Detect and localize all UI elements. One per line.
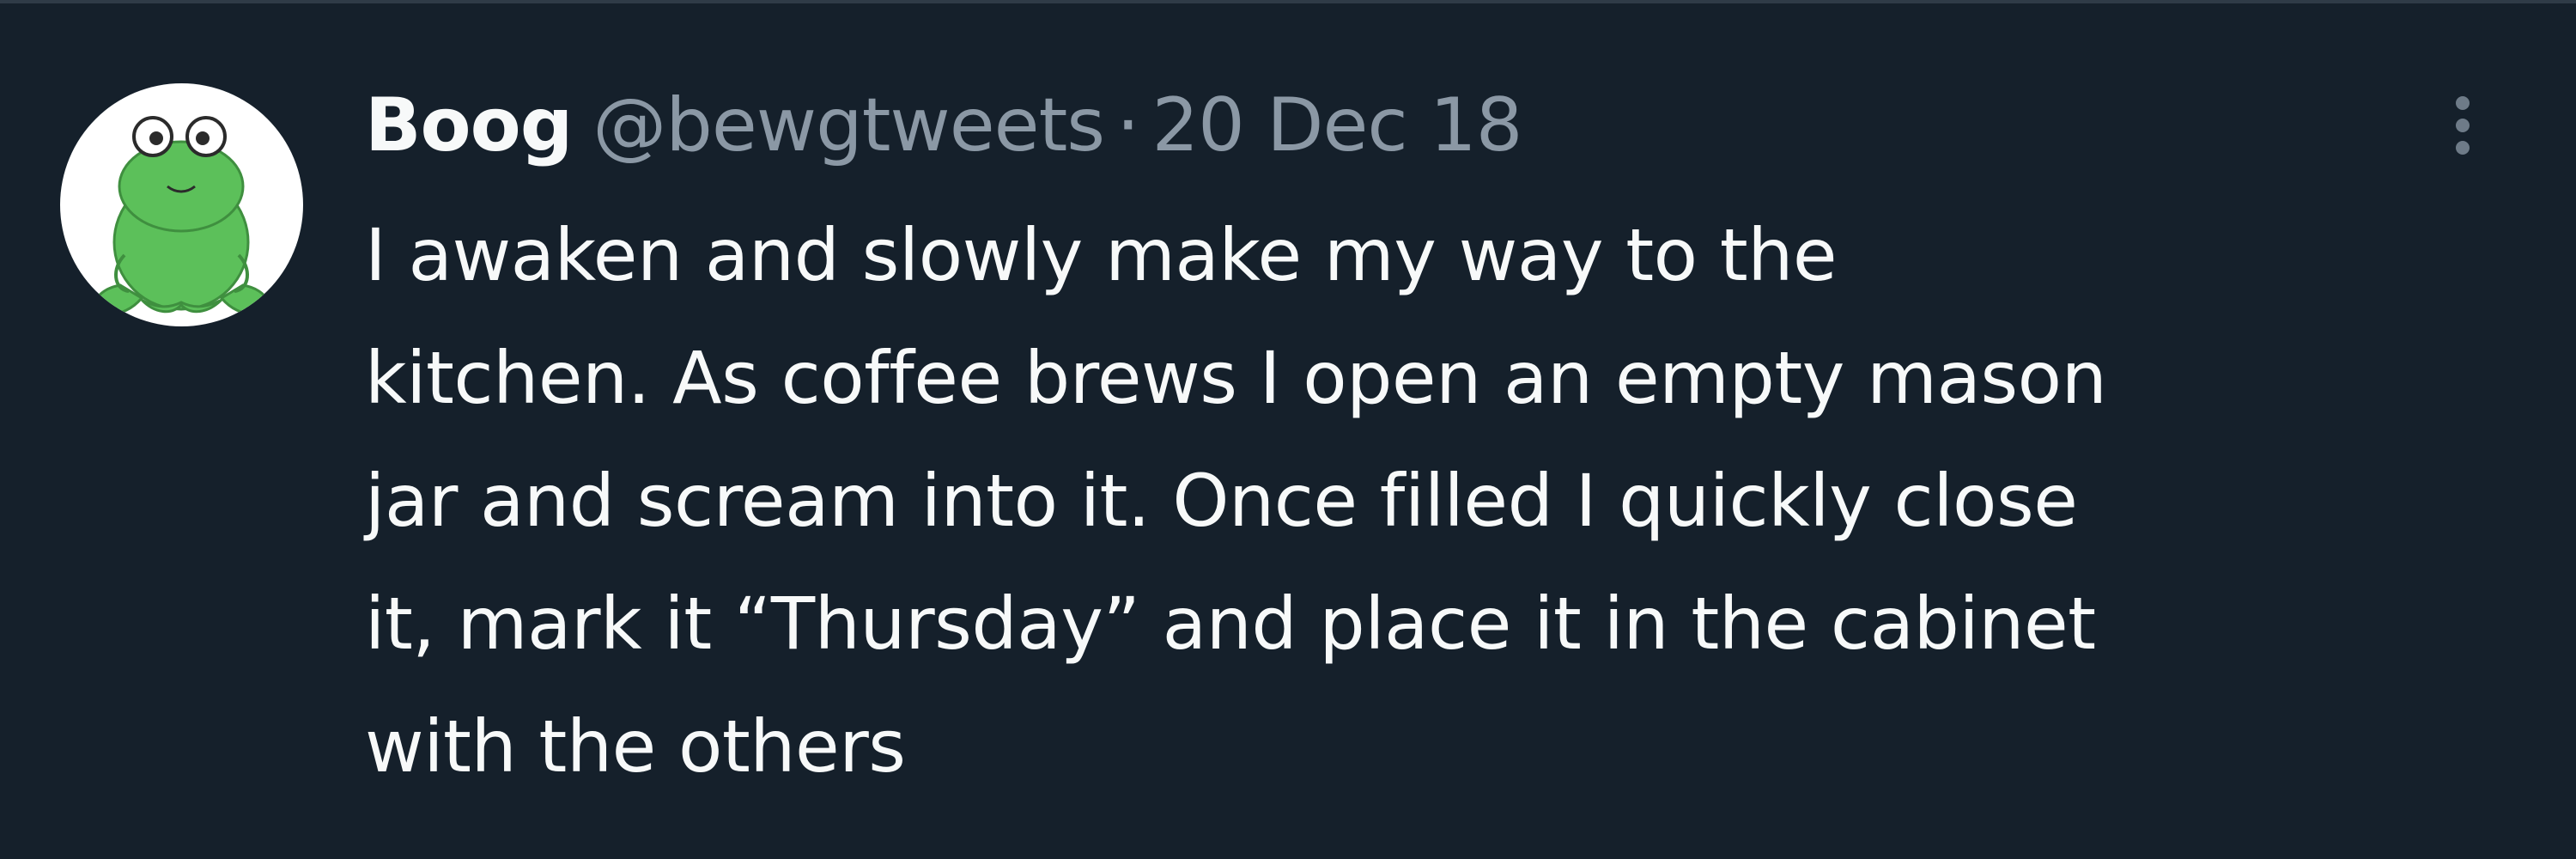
tweet-text-line: it, mark it “Thursday” and place it in t… [365, 582, 2096, 666]
tweet-text: I awaken and slowly make my way to the k… [365, 194, 2546, 808]
tweet-header: Boog @bewgtweets · 20 Dec 18 [365, 74, 1522, 177]
tweet-text-line: with the others [365, 704, 906, 789]
tweet-card[interactable]: Boog @bewgtweets · 20 Dec 18 I awaken an… [0, 0, 2576, 859]
more-options-button[interactable] [2442, 82, 2483, 168]
frog-avatar-icon [94, 116, 270, 315]
tweet-date[interactable]: 20 Dec 18 [1151, 74, 1522, 177]
avatar[interactable] [60, 83, 303, 326]
tweet-text-line: jar and scream into it. Once filled I qu… [365, 459, 2078, 543]
more-vertical-icon-dot [2456, 141, 2470, 155]
header-separator: · [1116, 82, 1140, 168]
author-handle[interactable]: @bewgtweets [592, 74, 1105, 177]
more-vertical-icon [2456, 96, 2470, 110]
author-name[interactable]: Boog [365, 74, 573, 177]
tweet-text-line: kitchen. As coffee brews I open an empty… [365, 336, 2107, 420]
tweet-text-line: I awaken and slowly make my way to the [365, 213, 1838, 297]
more-vertical-icon-dot [2456, 119, 2470, 132]
